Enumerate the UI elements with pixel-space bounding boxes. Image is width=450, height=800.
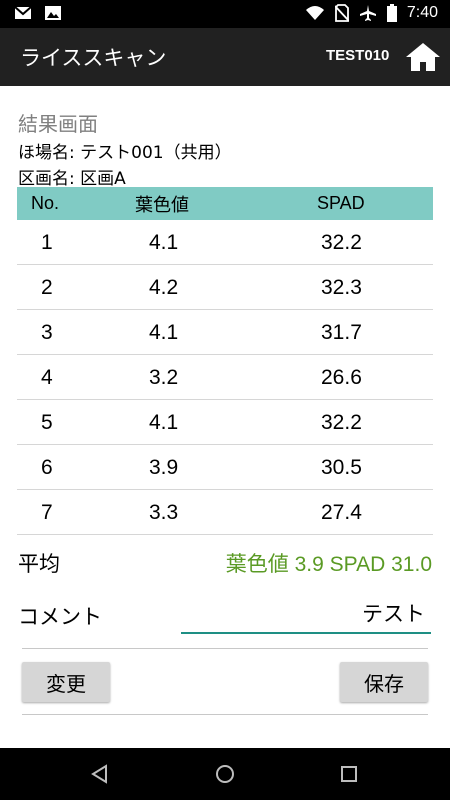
average-value: 葉色値 3.9 SPAD 31.0: [225, 553, 432, 576]
recents-icon[interactable]: [337, 762, 361, 786]
user-id: TEST010: [326, 47, 390, 64]
table-row: 6 3.9 30.5: [17, 445, 433, 490]
home-circle-icon[interactable]: [213, 762, 237, 786]
cell-leaf-color: 4.2: [149, 276, 179, 299]
results-table: No. 葉色値 SPAD 1 4.1 32.2 2 4.2 32.3 3 4.1…: [17, 187, 433, 535]
header-no: No.: [31, 193, 60, 213]
cell-leaf-color: 3.9: [149, 456, 179, 479]
table-row: 2 4.2 32.3: [17, 265, 433, 310]
app-title: ライススキャン: [20, 46, 167, 70]
change-button[interactable]: 変更: [22, 662, 110, 702]
table-row: 3 4.1 31.7: [17, 310, 433, 355]
header-leaf-color: 葉色値: [135, 194, 189, 215]
field-name: ほ場名: テスト001（共用）: [18, 143, 232, 163]
cell-leaf-color: 4.1: [149, 321, 179, 344]
section-name: 区画名: 区画A: [18, 169, 126, 189]
divider: [22, 648, 428, 649]
home-icon[interactable]: [405, 42, 441, 72]
battery-icon: [386, 4, 397, 22]
cell-leaf-color: 3.3: [149, 501, 179, 524]
no-sim-icon: [334, 4, 349, 22]
cell-no: 7: [41, 501, 53, 524]
page-title: 結果画面: [18, 112, 98, 136]
back-icon[interactable]: [88, 762, 112, 786]
navigation-bar: [0, 748, 450, 800]
app-bar: ライススキャン TEST010: [0, 28, 450, 86]
table-row: 1 4.1 32.2: [17, 220, 433, 265]
cell-leaf-color: 3.2: [149, 366, 179, 389]
cell-spad: 32.3: [321, 276, 362, 299]
cell-no: 2: [41, 276, 53, 299]
cell-spad: 32.2: [321, 231, 362, 254]
mail-icon: [14, 6, 32, 19]
table-row: 5 4.1 32.2: [17, 400, 433, 445]
cell-spad: 31.7: [321, 321, 362, 344]
comment-input[interactable]: [181, 594, 431, 634]
wifi-icon: [305, 6, 324, 20]
image-icon: [45, 6, 61, 20]
clock: 7:40: [406, 4, 438, 21]
cell-spad: 30.5: [321, 456, 362, 479]
airplane-icon: [359, 5, 376, 21]
cell-leaf-color: 4.1: [149, 231, 179, 254]
cell-spad: 27.4: [321, 501, 362, 524]
result-screen: 結果画面 ほ場名: テスト001（共用） 区画名: 区画A No. 葉色値 SP…: [0, 86, 450, 748]
header-spad: SPAD: [317, 193, 365, 213]
status-bar: 7:40: [0, 0, 450, 28]
cell-spad: 32.2: [321, 411, 362, 434]
cell-no: 1: [41, 231, 53, 254]
table-row: 7 3.3 27.4: [17, 490, 433, 535]
cell-spad: 26.6: [321, 366, 362, 389]
cell-leaf-color: 4.1: [149, 411, 179, 434]
cell-no: 6: [41, 456, 53, 479]
cell-no: 3: [41, 321, 53, 344]
cell-no: 5: [41, 411, 53, 434]
average-label: 平均: [18, 552, 60, 576]
table-header: No. 葉色値 SPAD: [17, 187, 433, 220]
table-row: 4 3.2 26.6: [17, 355, 433, 400]
cell-no: 4: [41, 366, 53, 389]
divider: [22, 714, 428, 715]
save-button[interactable]: 保存: [340, 662, 428, 702]
comment-label: コメント: [18, 605, 102, 629]
